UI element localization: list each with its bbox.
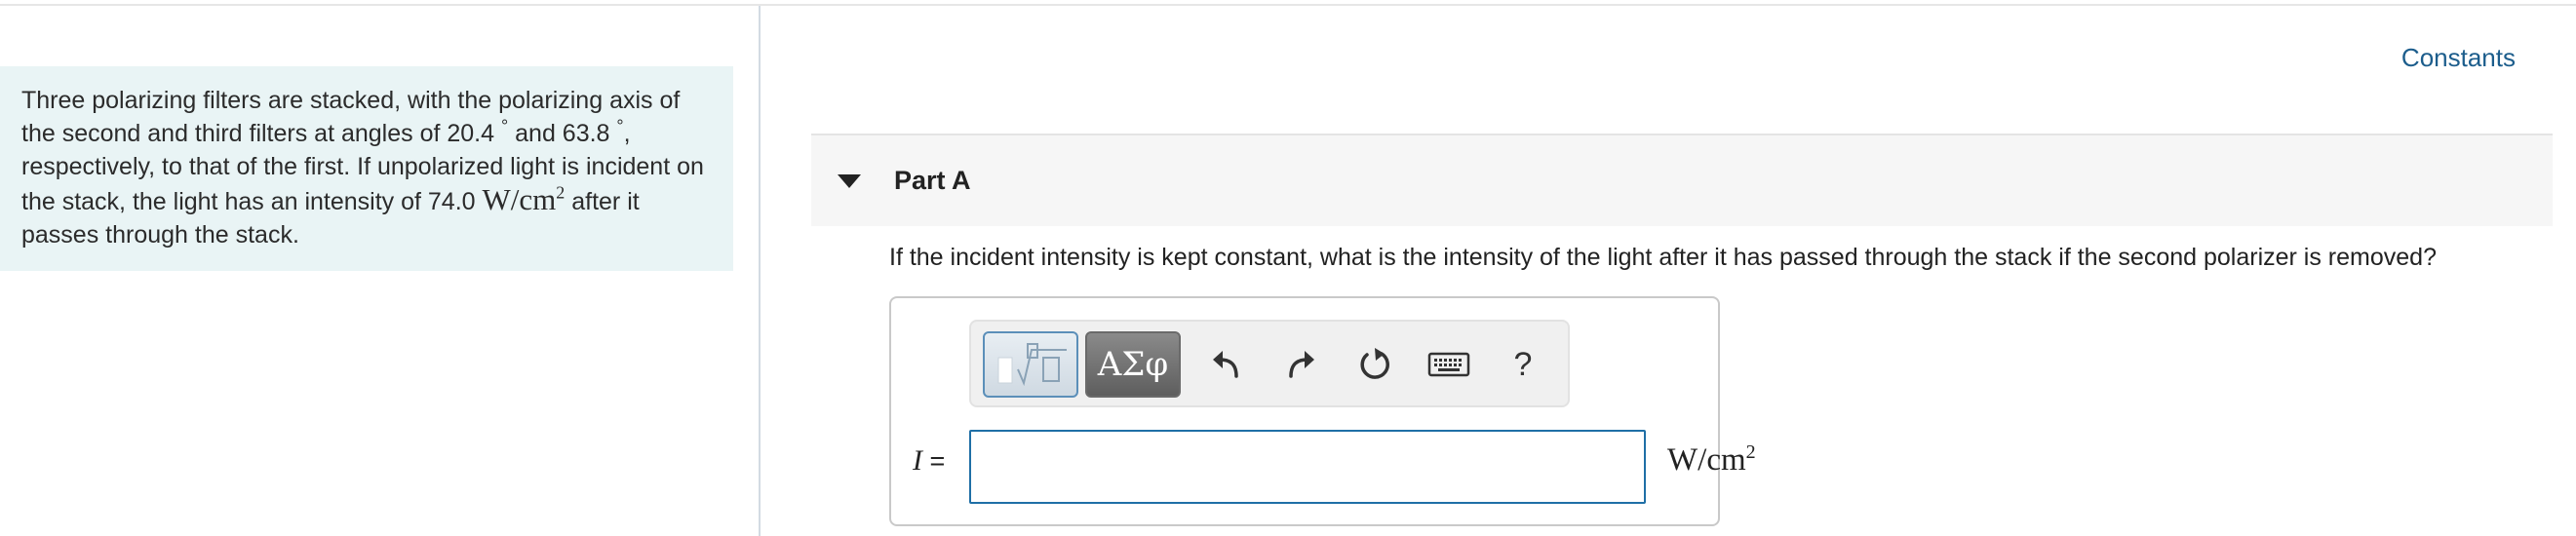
- panel-divider: [759, 6, 761, 536]
- problem-text-part-2: and 63.8: [508, 120, 610, 147]
- intensity-unit-exponent: 2: [556, 182, 566, 203]
- answer-variable-label: I =: [913, 444, 945, 478]
- keyboard-icon: [1427, 352, 1470, 377]
- answer-unit-base: W/cm: [1667, 442, 1746, 478]
- part-title: Part A: [894, 166, 971, 195]
- undo-button[interactable]: [1197, 335, 1256, 394]
- keyboard-button[interactable]: [1420, 335, 1478, 394]
- reset-button[interactable]: [1346, 335, 1404, 394]
- question-text: If the incident intensity is kept consta…: [889, 244, 2437, 271]
- collapse-caret-icon[interactable]: [838, 174, 861, 188]
- equals-sign: =: [922, 446, 946, 476]
- templates-button[interactable]: [983, 331, 1078, 398]
- constants-link[interactable]: Constants: [2401, 43, 2516, 73]
- degree-symbol: °: [616, 116, 624, 136]
- redo-button[interactable]: [1271, 335, 1330, 394]
- answer-input[interactable]: [969, 430, 1646, 504]
- answer-unit: W/cm2: [1667, 442, 1756, 479]
- intensity-unit-base: W/cm: [482, 182, 557, 216]
- help-button[interactable]: ?: [1494, 335, 1552, 394]
- problem-statement: Three polarizing filters are stacked, wi…: [0, 66, 733, 271]
- undo-icon: [1213, 351, 1238, 378]
- answer-unit-exponent: 2: [1745, 441, 1756, 463]
- redo-icon: [1289, 351, 1314, 378]
- answer-variable: I: [913, 444, 922, 477]
- math-toolbar: ΑΣφ ?: [969, 320, 1570, 407]
- part-a-header[interactable]: Part A: [811, 134, 2553, 226]
- reset-icon: [1360, 348, 1389, 379]
- problem-panel: Three polarizing filters are stacked, wi…: [0, 0, 759, 536]
- templates-icon: [997, 343, 1067, 387]
- greek-symbols-button[interactable]: ΑΣφ: [1085, 331, 1181, 398]
- intensity-unit: W/cm2: [483, 182, 566, 216]
- answer-area: ΑΣφ ? I = W/cm2: [889, 296, 1756, 526]
